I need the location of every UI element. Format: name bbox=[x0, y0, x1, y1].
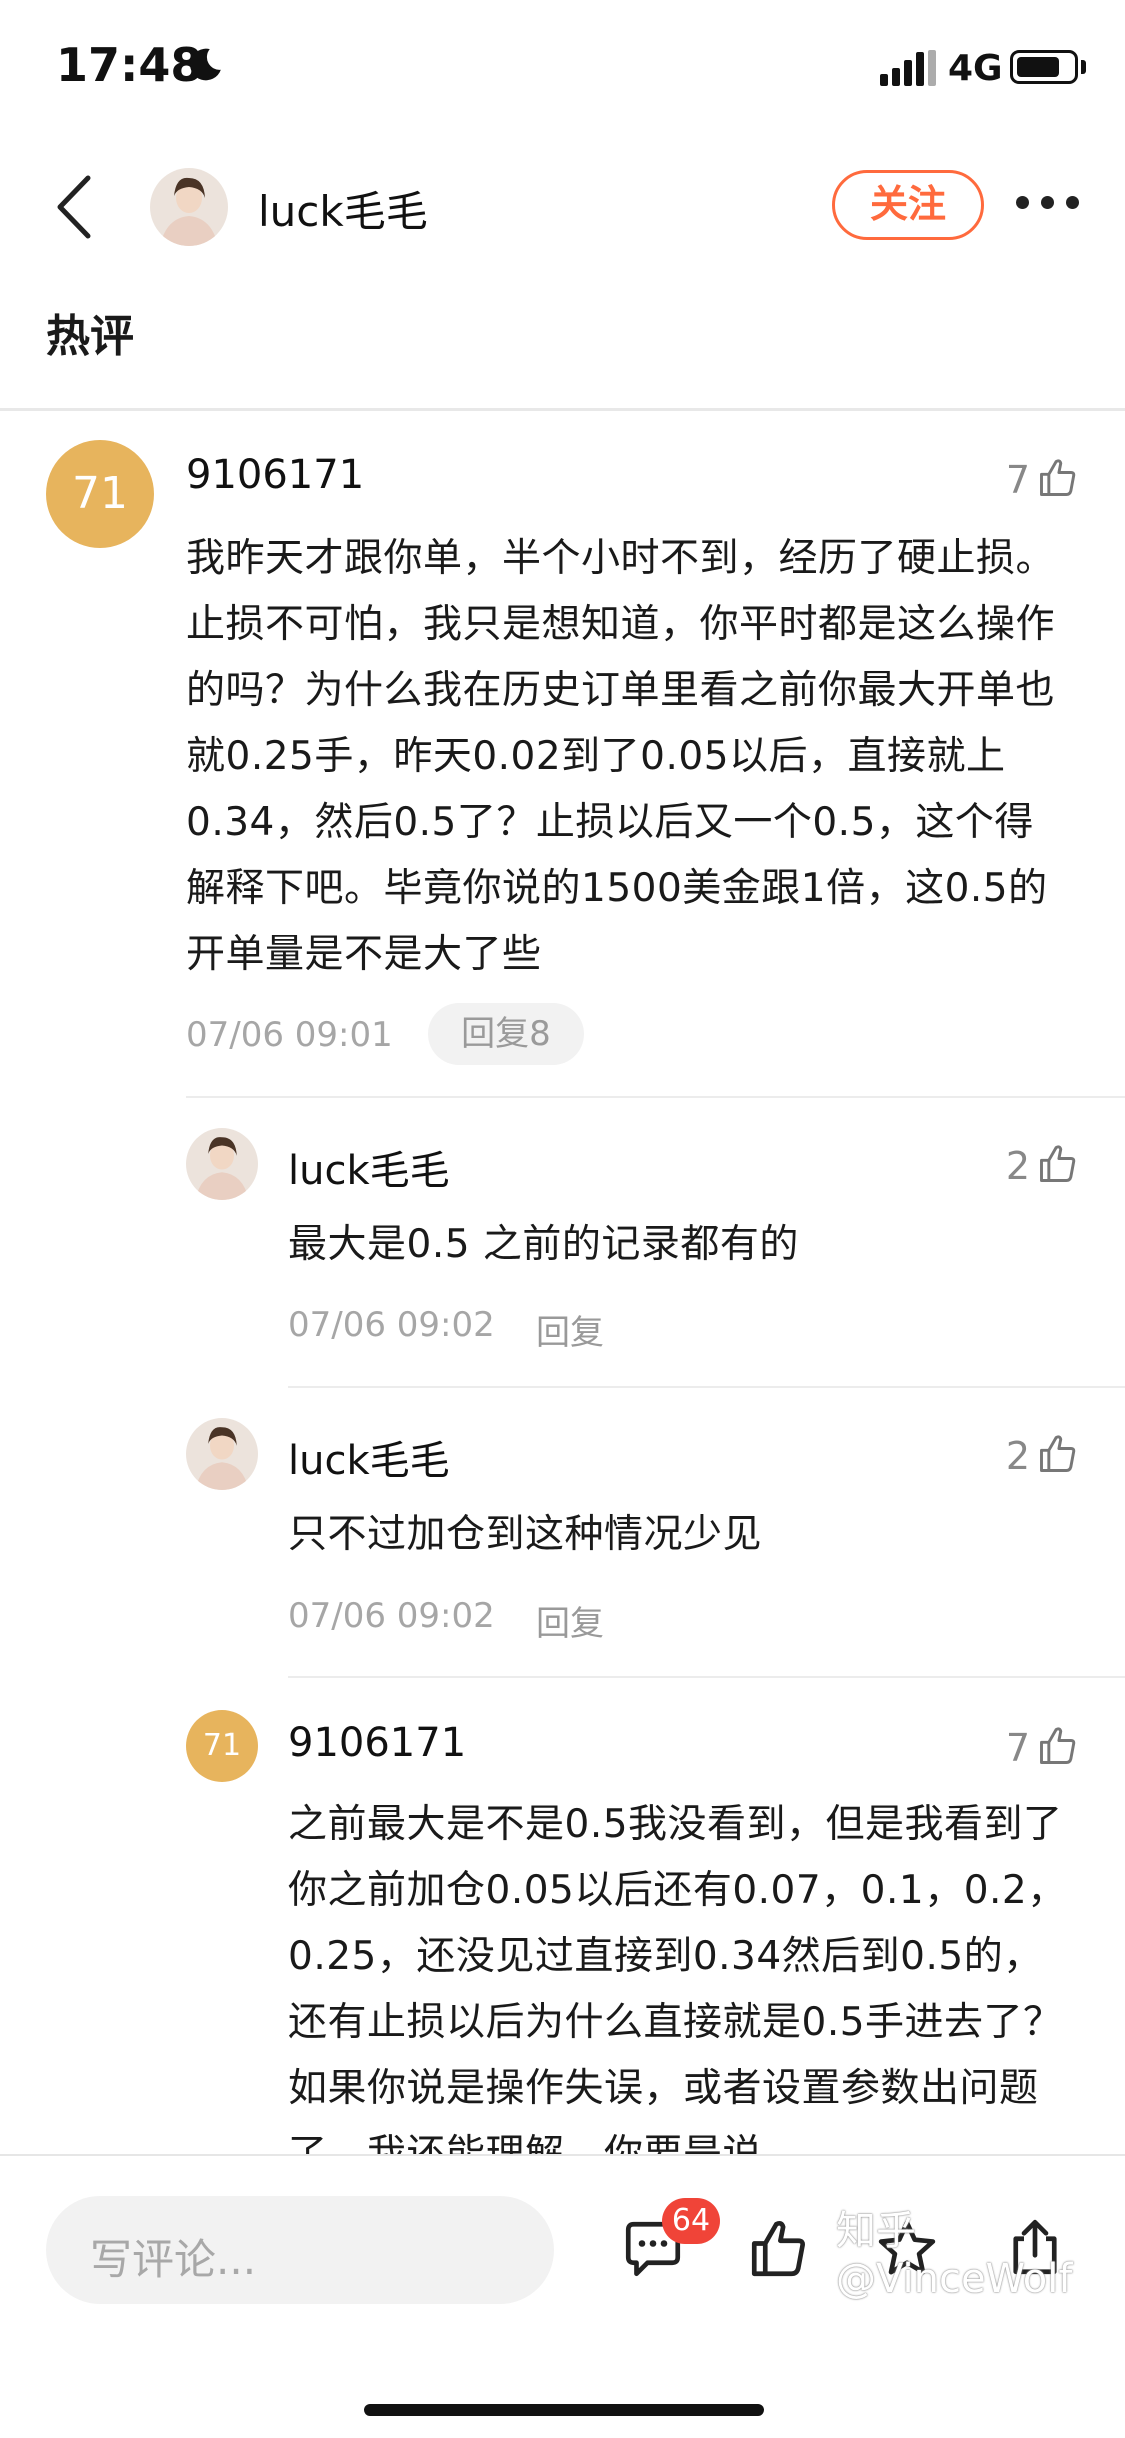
comment-input[interactable]: 写评论... bbox=[46, 2196, 554, 2304]
status-time: 17:48 bbox=[56, 38, 203, 92]
like-count: 7 bbox=[1005, 1726, 1030, 1770]
reply-text-clip: 之前最大是不是0.5我没看到，但是我看到了你之前加仓0.05以后还有0.07，0… bbox=[288, 1792, 1078, 2154]
comment-time: 07/06 09:01 bbox=[186, 1015, 393, 1055]
reply-avatar[interactable] bbox=[186, 1418, 258, 1490]
like-count: 2 bbox=[1005, 1434, 1030, 1478]
comment-input-placeholder: 写评论... bbox=[90, 2235, 257, 2284]
top-bar: luck毛毛 关注 bbox=[0, 140, 1125, 270]
moon-icon bbox=[190, 48, 221, 81]
reply-author-name[interactable]: 9106171 bbox=[288, 1720, 466, 1766]
reply-button[interactable]: 回复 bbox=[536, 1305, 604, 1354]
section-title: 热评 bbox=[46, 311, 134, 362]
reply-time: 07/06 09:02 bbox=[288, 1596, 495, 1636]
follow-button[interactable]: 关注 bbox=[832, 170, 984, 240]
like-count: 2 bbox=[1005, 1144, 1030, 1188]
thumb-up-icon bbox=[1040, 1727, 1076, 1764]
reply-time: 07/06 09:02 bbox=[288, 1305, 495, 1345]
reply-divider bbox=[186, 1096, 1125, 1098]
battery-cap bbox=[1081, 60, 1086, 74]
reply-button[interactable]: 回复 bbox=[536, 1596, 604, 1645]
reply-avatar[interactable] bbox=[186, 1128, 258, 1200]
like-button[interactable]: 7 bbox=[980, 1724, 1080, 1772]
home-indicator[interactable] bbox=[364, 2404, 764, 2416]
reply-text: 只不过加仓到这种情况少见 bbox=[288, 1512, 763, 1557]
more-icon[interactable] bbox=[1016, 196, 1080, 212]
comment-text: 我昨天才跟你单，半个小时不到，经历了硬止损。止损不可怕，我只是想知道，你平时都是… bbox=[186, 536, 1056, 977]
reply-divider bbox=[288, 1386, 1125, 1388]
commenter-avatar[interactable]: 71 bbox=[46, 440, 154, 548]
comment-count-badge: 64 bbox=[662, 2198, 720, 2244]
reply-divider bbox=[288, 1676, 1125, 1678]
reply-avatar[interactable]: 71 bbox=[186, 1710, 258, 1782]
back-icon[interactable] bbox=[50, 172, 100, 242]
reply-count-button[interactable]: 回复8 bbox=[428, 1003, 584, 1065]
author-avatar[interactable] bbox=[150, 168, 228, 246]
status-bar: 17:48 4G bbox=[0, 0, 1125, 140]
like-icon[interactable] bbox=[746, 2216, 812, 2282]
reply-text: 之前最大是不是0.5我没看到，但是我看到了你之前加仓0.05以后还有0.07，0… bbox=[288, 1802, 1067, 2154]
watermark: 知乎 @VinceWolf bbox=[836, 2208, 1073, 2302]
battery-icon bbox=[1010, 50, 1078, 84]
signal-icon bbox=[880, 50, 936, 86]
author-name[interactable]: luck毛毛 bbox=[258, 178, 428, 239]
like-button[interactable]: 7 bbox=[980, 456, 1080, 504]
like-button[interactable]: 2 bbox=[980, 1432, 1080, 1480]
reply-author-name[interactable]: luck毛毛 bbox=[288, 1138, 450, 1196]
thumb-up-icon bbox=[1040, 1435, 1076, 1472]
reply-text: 最大是0.5 之前的记录都有的 bbox=[288, 1222, 799, 1267]
commenter-name[interactable]: 9106171 bbox=[186, 452, 364, 498]
divider bbox=[0, 408, 1125, 411]
like-button[interactable]: 2 bbox=[980, 1142, 1080, 1190]
network-type: 4G bbox=[948, 48, 1003, 89]
thumb-up-icon bbox=[1040, 459, 1076, 496]
thumb-up-icon bbox=[1040, 1145, 1076, 1182]
like-count: 7 bbox=[1005, 458, 1030, 502]
reply-author-name[interactable]: luck毛毛 bbox=[288, 1428, 450, 1486]
